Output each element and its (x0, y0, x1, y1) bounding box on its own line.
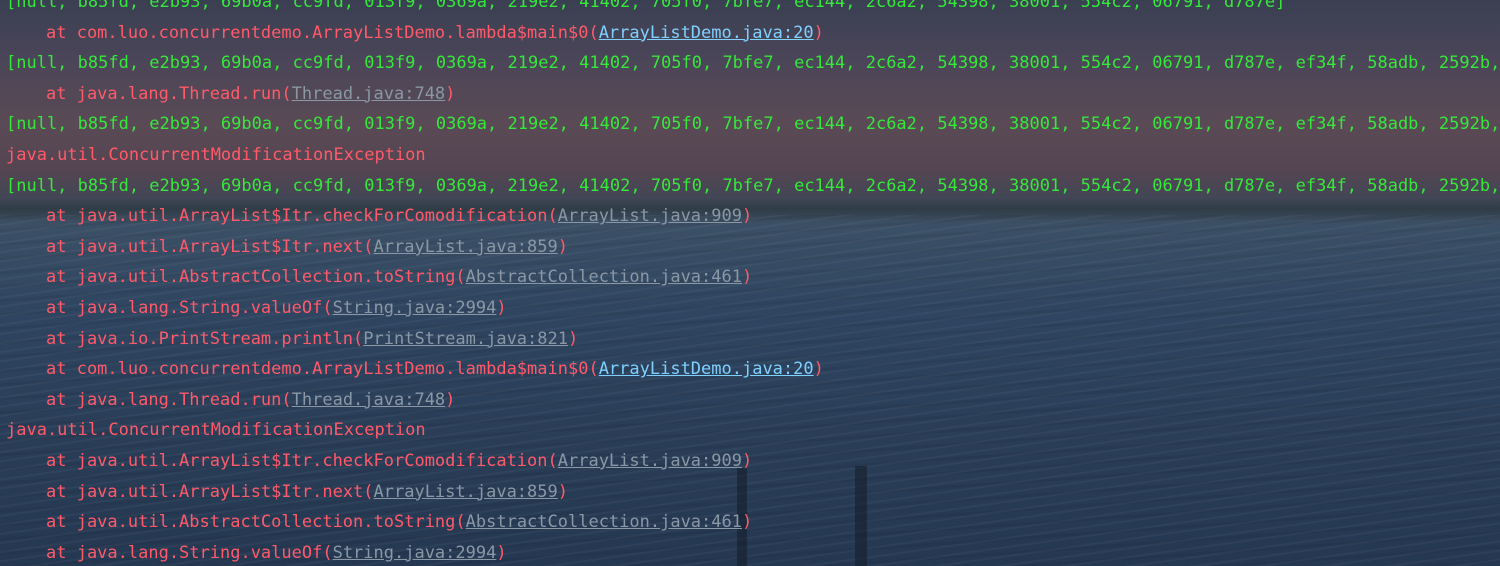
frame-suffix: ) (567, 328, 579, 349)
stack-frame-line: at java.util.ArrayList$Itr.next(ArrayLis… (0, 477, 1500, 508)
frame-suffix: ) (741, 267, 753, 288)
frame-suffix: ) (741, 512, 753, 533)
frame-suffix: ) (813, 359, 824, 380)
stdout-line: [null, b85fd, e2b93, 69b0a, cc9fd, 013f9… (6, 175, 1500, 196)
frame-text: at java.lang.Thread.run( (46, 83, 292, 104)
stack-frame-line: at java.util.AbstractCollection.toString… (0, 507, 1500, 538)
stack-frame-line: at java.util.ArrayList$Itr.checkForComod… (0, 201, 1500, 232)
stack-frame-line: at java.util.AbstractCollection.toString… (0, 262, 1500, 293)
frame-text: at java.io.PrintStream.println( (46, 328, 364, 349)
frame-text: at java.lang.String.valueOf( (46, 297, 333, 318)
frame-suffix: ) (445, 83, 456, 104)
stdout-line: [null, b85fd, e2b93, 69b0a, cc9fd, 013f9… (6, 114, 1500, 135)
source-link[interactable]: Thread.java:748 (292, 84, 446, 104)
source-link[interactable]: ArrayList.java:859 (374, 237, 558, 257)
stdout-line: [null, b85fd, e2b93, 69b0a, cc9fd, 013f9… (6, 53, 1500, 74)
frame-suffix: ) (557, 236, 568, 257)
stack-frame-line: at java.util.ArrayList$Itr.next(ArrayLis… (0, 232, 1500, 263)
exception-line: java.util.ConcurrentModificationExceptio… (6, 420, 426, 441)
frame-text: at java.util.ArrayList$Itr.checkForComod… (46, 450, 558, 471)
frame-suffix: ) (741, 450, 753, 471)
exception-line: java.util.ConcurrentModificationExceptio… (6, 144, 426, 165)
frame-text: at java.lang.Thread.run( (46, 389, 292, 410)
console-lines: [null, b85fd, e2b93, 69b0a, cc9fd, 013f9… (0, 0, 1500, 566)
frame-text: at java.util.AbstractCollection.toString… (46, 512, 466, 533)
frame-suffix: ) (496, 297, 507, 318)
frame-text: at com.luo.concurrentdemo.ArrayListDemo.… (46, 22, 599, 43)
frame-suffix: ) (813, 22, 824, 43)
frame-text: at java.util.ArrayList$Itr.next( (46, 481, 374, 502)
stack-frame-line: at java.util.ArrayList$Itr.checkForComod… (0, 446, 1500, 477)
stack-frame-line: at java.lang.Thread.run(Thread.java:748) (0, 385, 1500, 416)
source-link[interactable]: ArrayList.java:909 (558, 206, 742, 226)
frame-text: at java.util.ArrayList$Itr.checkForComod… (46, 206, 558, 227)
frame-text: at java.util.ArrayList$Itr.next( (46, 236, 374, 257)
source-link[interactable]: AbstractCollection.java:461 (466, 267, 742, 287)
stack-frame-line: at java.lang.String.valueOf(String.java:… (0, 538, 1500, 566)
frame-suffix: ) (496, 542, 507, 563)
console-output-panel[interactable]: [null, b85fd, e2b93, 69b0a, cc9fd, 013f9… (0, 0, 1500, 566)
stack-frame-line: at com.luo.concurrentdemo.ArrayListDemo.… (0, 18, 1500, 49)
frame-suffix: ) (741, 206, 753, 227)
stack-frame-line: at java.lang.String.valueOf(String.java:… (0, 293, 1500, 324)
source-link[interactable]: Thread.java:748 (292, 390, 446, 410)
frame-text: at com.luo.concurrentdemo.ArrayListDemo.… (46, 359, 599, 380)
source-link[interactable]: ArrayList.java:859 (374, 482, 558, 502)
source-link[interactable]: String.java:2994 (333, 543, 497, 563)
frame-text: at java.util.AbstractCollection.toString… (46, 267, 466, 288)
stdout-line: [null, b85fd, e2b93, 69b0a, cc9fd, 013f9… (6, 0, 1286, 12)
frame-suffix: ) (445, 389, 456, 410)
source-link[interactable]: ArrayListDemo.java:20 (599, 23, 814, 43)
stack-frame-line: at java.lang.Thread.run(Thread.java:748) (0, 79, 1500, 110)
frame-text: at java.lang.String.valueOf( (46, 542, 333, 563)
source-link[interactable]: ArrayList.java:909 (558, 451, 742, 471)
stack-frame-line: at java.io.PrintStream.println(PrintStre… (0, 324, 1500, 355)
source-link[interactable]: ArrayListDemo.java:20 (599, 359, 814, 379)
stack-frame-line: at com.luo.concurrentdemo.ArrayListDemo.… (0, 354, 1500, 385)
source-link[interactable]: String.java:2994 (333, 298, 497, 318)
source-link[interactable]: AbstractCollection.java:461 (466, 512, 742, 532)
frame-suffix: ) (557, 481, 568, 502)
source-link[interactable]: PrintStream.java:821 (363, 329, 568, 349)
